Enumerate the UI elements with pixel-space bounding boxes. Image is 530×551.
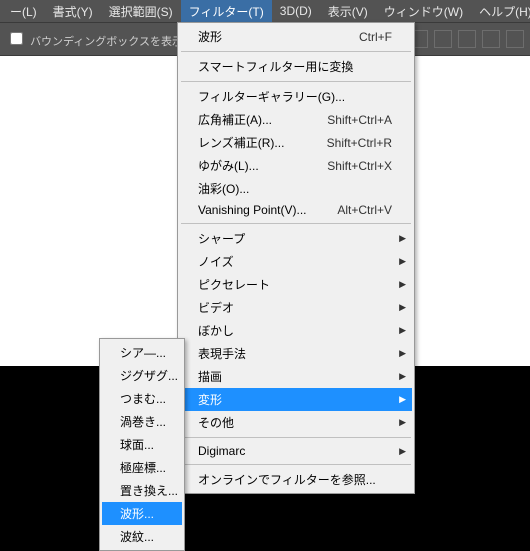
distort-ripple[interactable]: 波紋... xyxy=(102,525,182,548)
filter-sharpen[interactable]: シャープ xyxy=(180,227,412,250)
menu-separator xyxy=(181,464,411,465)
menubar: ー(L) 書式(Y) 選択範囲(S) フィルター(T) 3D(D) 表示(V) … xyxy=(0,0,530,22)
filter-vanishing-point[interactable]: Vanishing Point(V)...Alt+Ctrl+V xyxy=(180,200,412,220)
menu-view[interactable]: 表示(V) xyxy=(320,0,376,23)
filter-distort[interactable]: 変形 xyxy=(180,388,412,411)
filter-last[interactable]: 波形 Ctrl+F xyxy=(180,25,412,48)
bounding-box-toggle[interactable]: バウンディングボックスを表示 xyxy=(6,29,183,49)
distort-zigzag[interactable]: ジグザグ... xyxy=(102,364,182,387)
filter-noise[interactable]: ノイズ xyxy=(180,250,412,273)
distort-shear[interactable]: シア—... xyxy=(102,341,182,364)
menu-filter[interactable]: フィルター(T) xyxy=(181,0,272,23)
align-icon[interactable] xyxy=(482,30,500,48)
filter-sketch[interactable]: 描画 xyxy=(180,365,412,388)
filter-blur[interactable]: ぼかし xyxy=(180,319,412,342)
distort-twirl[interactable]: 渦巻き... xyxy=(102,410,182,433)
filter-pixelate[interactable]: ピクセレート xyxy=(180,273,412,296)
filter-render[interactable]: 表現手法 xyxy=(180,342,412,365)
filter-convert-smart[interactable]: スマートフィルター用に変換 xyxy=(180,55,412,78)
menu-layer[interactable]: ー(L) xyxy=(2,0,45,23)
menu-3d[interactable]: 3D(D) xyxy=(272,1,320,21)
filter-digimarc[interactable]: Digimarc xyxy=(180,441,412,461)
toolbar-align-icons xyxy=(410,30,524,48)
menu-separator xyxy=(181,437,411,438)
menu-window[interactable]: ウィンドウ(W) xyxy=(376,0,471,23)
distort-wave[interactable]: 波形... xyxy=(102,502,182,525)
filter-wide-angle[interactable]: 広角補正(A)...Shift+Ctrl+A xyxy=(180,108,412,131)
menu-separator xyxy=(181,81,411,82)
filter-liquify[interactable]: ゆがみ(L)...Shift+Ctrl+X xyxy=(180,154,412,177)
bounding-box-label: バウンディングボックスを表示 xyxy=(30,36,183,48)
distort-spherize[interactable]: 球面... xyxy=(102,433,182,456)
menu-help[interactable]: ヘルプ(H) xyxy=(471,0,530,23)
bounding-box-checkbox[interactable] xyxy=(10,32,23,45)
filter-oil-paint[interactable]: 油彩(O)... xyxy=(180,177,412,200)
align-icon[interactable] xyxy=(434,30,452,48)
distort-displace[interactable]: 置き換え... xyxy=(102,479,182,502)
align-icon[interactable] xyxy=(506,30,524,48)
distort-submenu: シア—... ジグザグ... つまむ... 渦巻き... 球面... 極座標..… xyxy=(99,338,185,551)
align-icon[interactable] xyxy=(458,30,476,48)
filter-gallery[interactable]: フィルターギャラリー(G)... xyxy=(180,85,412,108)
distort-polar[interactable]: 極座標... xyxy=(102,456,182,479)
menu-separator xyxy=(181,51,411,52)
filter-video[interactable]: ビデオ xyxy=(180,296,412,319)
distort-pinch[interactable]: つまむ... xyxy=(102,387,182,410)
menu-type[interactable]: 書式(Y) xyxy=(45,0,101,23)
filter-browse-online[interactable]: オンラインでフィルターを参照... xyxy=(180,468,412,491)
filter-other[interactable]: その他 xyxy=(180,411,412,434)
menu-select[interactable]: 選択範囲(S) xyxy=(101,0,181,23)
filter-lens-correction[interactable]: レンズ補正(R)...Shift+Ctrl+R xyxy=(180,131,412,154)
menu-separator xyxy=(181,223,411,224)
filter-menu: 波形 Ctrl+F スマートフィルター用に変換 フィルターギャラリー(G)...… xyxy=(177,22,415,494)
